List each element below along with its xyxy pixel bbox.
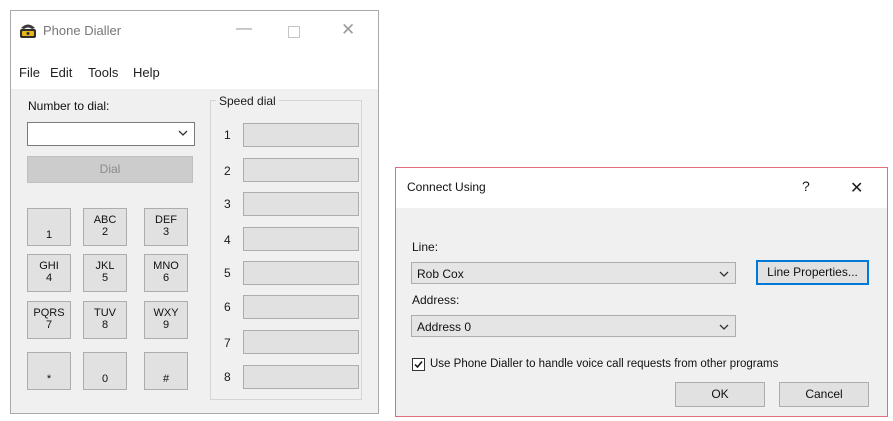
speed-dial-title: Speed dial: [216, 94, 279, 108]
title-bar: Phone Dialler — ✕: [11, 11, 378, 51]
key-star[interactable]: *: [27, 352, 71, 390]
speed-dial-button-7[interactable]: [243, 330, 359, 354]
number-to-dial-combobox[interactable]: [27, 122, 195, 146]
window-title: Phone Dialler: [43, 23, 122, 38]
menu-file[interactable]: File: [19, 65, 40, 80]
speed-dial-number-2: 2: [224, 164, 231, 178]
speed-dial-number-3: 3: [224, 197, 231, 211]
speed-dial-button-3[interactable]: [243, 192, 359, 216]
dialog-title-bar: Connect Using ? ✕: [396, 168, 887, 208]
speed-dial-button-2[interactable]: [243, 158, 359, 182]
close-icon[interactable]: ✕: [341, 21, 355, 38]
speed-dial-button-4[interactable]: [243, 227, 359, 251]
speed-dial-button-1[interactable]: [243, 123, 359, 147]
menu-bar: File Edit Tools Help: [11, 51, 378, 89]
line-select[interactable]: Rob Cox: [411, 262, 736, 284]
speed-dial-button-8[interactable]: [243, 365, 359, 389]
menu-edit[interactable]: Edit: [50, 65, 72, 80]
speed-dial-button-5[interactable]: [243, 261, 359, 285]
maximize-icon[interactable]: [288, 26, 300, 38]
cancel-button[interactable]: Cancel: [779, 382, 869, 407]
speed-dial-number-8: 8: [224, 370, 231, 384]
line-select-value: Rob Cox: [417, 267, 464, 281]
speed-dial-button-6[interactable]: [243, 295, 359, 319]
speed-dial-number-4: 4: [224, 233, 231, 247]
address-label: Address:: [412, 293, 460, 307]
key-9[interactable]: WXY 9: [144, 301, 188, 339]
help-icon[interactable]: ?: [802, 178, 810, 194]
phone-dialler-app-icon: [19, 22, 37, 40]
chevron-down-icon[interactable]: [178, 127, 188, 137]
line-label: Line:: [412, 240, 439, 254]
speed-dial-number-7: 7: [224, 336, 231, 350]
phone-dialler-window: Phone Dialler — ✕ File Edit Tools Help N…: [10, 10, 379, 414]
chevron-down-icon[interactable]: [719, 268, 729, 278]
close-icon[interactable]: ✕: [850, 178, 863, 198]
key-hash[interactable]: #: [144, 352, 188, 390]
speed-dial-number-1: 1: [224, 128, 231, 142]
menu-tools[interactable]: Tools: [88, 65, 118, 80]
line-properties-button[interactable]: Line Properties...: [756, 260, 869, 285]
address-select-value: Address 0: [417, 320, 472, 334]
key-1[interactable]: 1: [27, 208, 71, 246]
key-2[interactable]: ABC 2: [83, 208, 127, 246]
key-3[interactable]: DEF 3: [144, 208, 188, 246]
speed-dial-number-6: 6: [224, 300, 231, 314]
key-6[interactable]: MNO 6: [144, 254, 188, 292]
ok-button[interactable]: OK: [675, 382, 765, 407]
speed-dial-number-5: 5: [224, 266, 231, 280]
minimize-icon[interactable]: —: [236, 21, 252, 37]
checkmark-icon: [414, 361, 423, 369]
key-5[interactable]: JKL 5: [83, 254, 127, 292]
handle-voice-requests-checkbox[interactable]: [412, 358, 425, 371]
dial-button[interactable]: Dial: [27, 156, 193, 183]
menu-help[interactable]: Help: [133, 65, 160, 80]
address-select[interactable]: Address 0: [411, 315, 736, 337]
key-8[interactable]: TUV 8: [83, 301, 127, 339]
connect-using-dialog: Connect Using ? ✕ Line: Rob Cox Line Pro…: [395, 167, 888, 417]
key-4[interactable]: GHI 4: [27, 254, 71, 292]
dialog-title: Connect Using: [407, 180, 486, 194]
chevron-down-icon[interactable]: [719, 321, 729, 331]
key-0[interactable]: 0: [83, 352, 127, 390]
handle-voice-requests-label: Use Phone Dialler to handle voice call r…: [430, 358, 779, 370]
key-7[interactable]: PQRS 7: [27, 301, 71, 339]
number-to-dial-label: Number to dial:: [28, 99, 110, 113]
